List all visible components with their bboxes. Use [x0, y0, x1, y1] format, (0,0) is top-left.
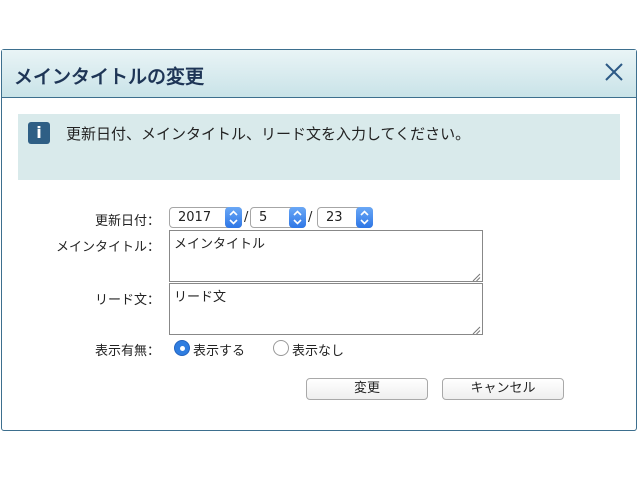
year-select[interactable]: 2017 [169, 207, 242, 228]
info-icon: i [28, 122, 50, 144]
month-select[interactable]: 5 [250, 207, 306, 228]
date-separator: / [244, 210, 249, 225]
lead-value: リード文 [174, 290, 227, 305]
info-box: i 更新日付、メインタイトル、リード文を入力してください。 [18, 114, 620, 180]
lead-label: リード文： [94, 293, 160, 308]
month-stepper-icon [289, 207, 306, 228]
lead-textarea[interactable]: リード文 [169, 283, 483, 335]
dialog-titlebar: メインタイトルの変更 [2, 50, 636, 98]
date-label: 更新日付： [94, 214, 160, 229]
change-button[interactable]: 変更 [306, 378, 428, 400]
display-label: 表示有無： [94, 344, 160, 359]
display-off-radio[interactable] [273, 340, 289, 356]
main-title-textarea[interactable]: メインタイトル [169, 230, 483, 282]
dialog-title: メインタイトルの変更 [14, 66, 205, 88]
cancel-button[interactable]: キャンセル [442, 378, 564, 400]
date-separator: / [308, 210, 313, 225]
main-title-value: メインタイトル [174, 237, 266, 252]
day-stepper-icon [356, 207, 373, 228]
month-value: 5 [259, 210, 268, 225]
year-value: 2017 [178, 210, 212, 225]
close-icon[interactable] [600, 58, 628, 86]
resize-grip-icon[interactable] [472, 324, 481, 335]
display-on-radio[interactable] [174, 340, 190, 356]
day-value: 23 [326, 210, 343, 225]
day-select[interactable]: 23 [317, 207, 373, 228]
info-message: 更新日付、メインタイトル、リード文を入力してください。 [66, 125, 471, 143]
year-stepper-icon [225, 207, 242, 228]
display-off-label[interactable]: 表示なし [292, 340, 344, 359]
main-title-label: メインタイトル： [55, 240, 160, 255]
dialog: メインタイトルの変更 i 更新日付、メインタイトル、リード文を入力してください。… [1, 49, 637, 431]
resize-grip-icon[interactable] [472, 271, 481, 282]
display-on-label[interactable]: 表示する [193, 340, 245, 359]
